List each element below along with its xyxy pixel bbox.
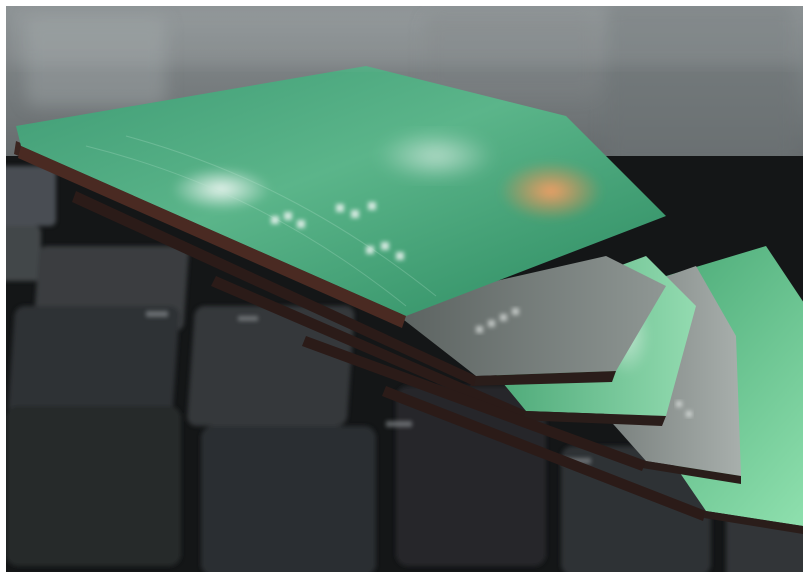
- photo: [6, 6, 803, 572]
- photo-frame: [0, 0, 809, 578]
- card-logo-blob: [499, 161, 603, 221]
- photo-illustration: [6, 6, 803, 572]
